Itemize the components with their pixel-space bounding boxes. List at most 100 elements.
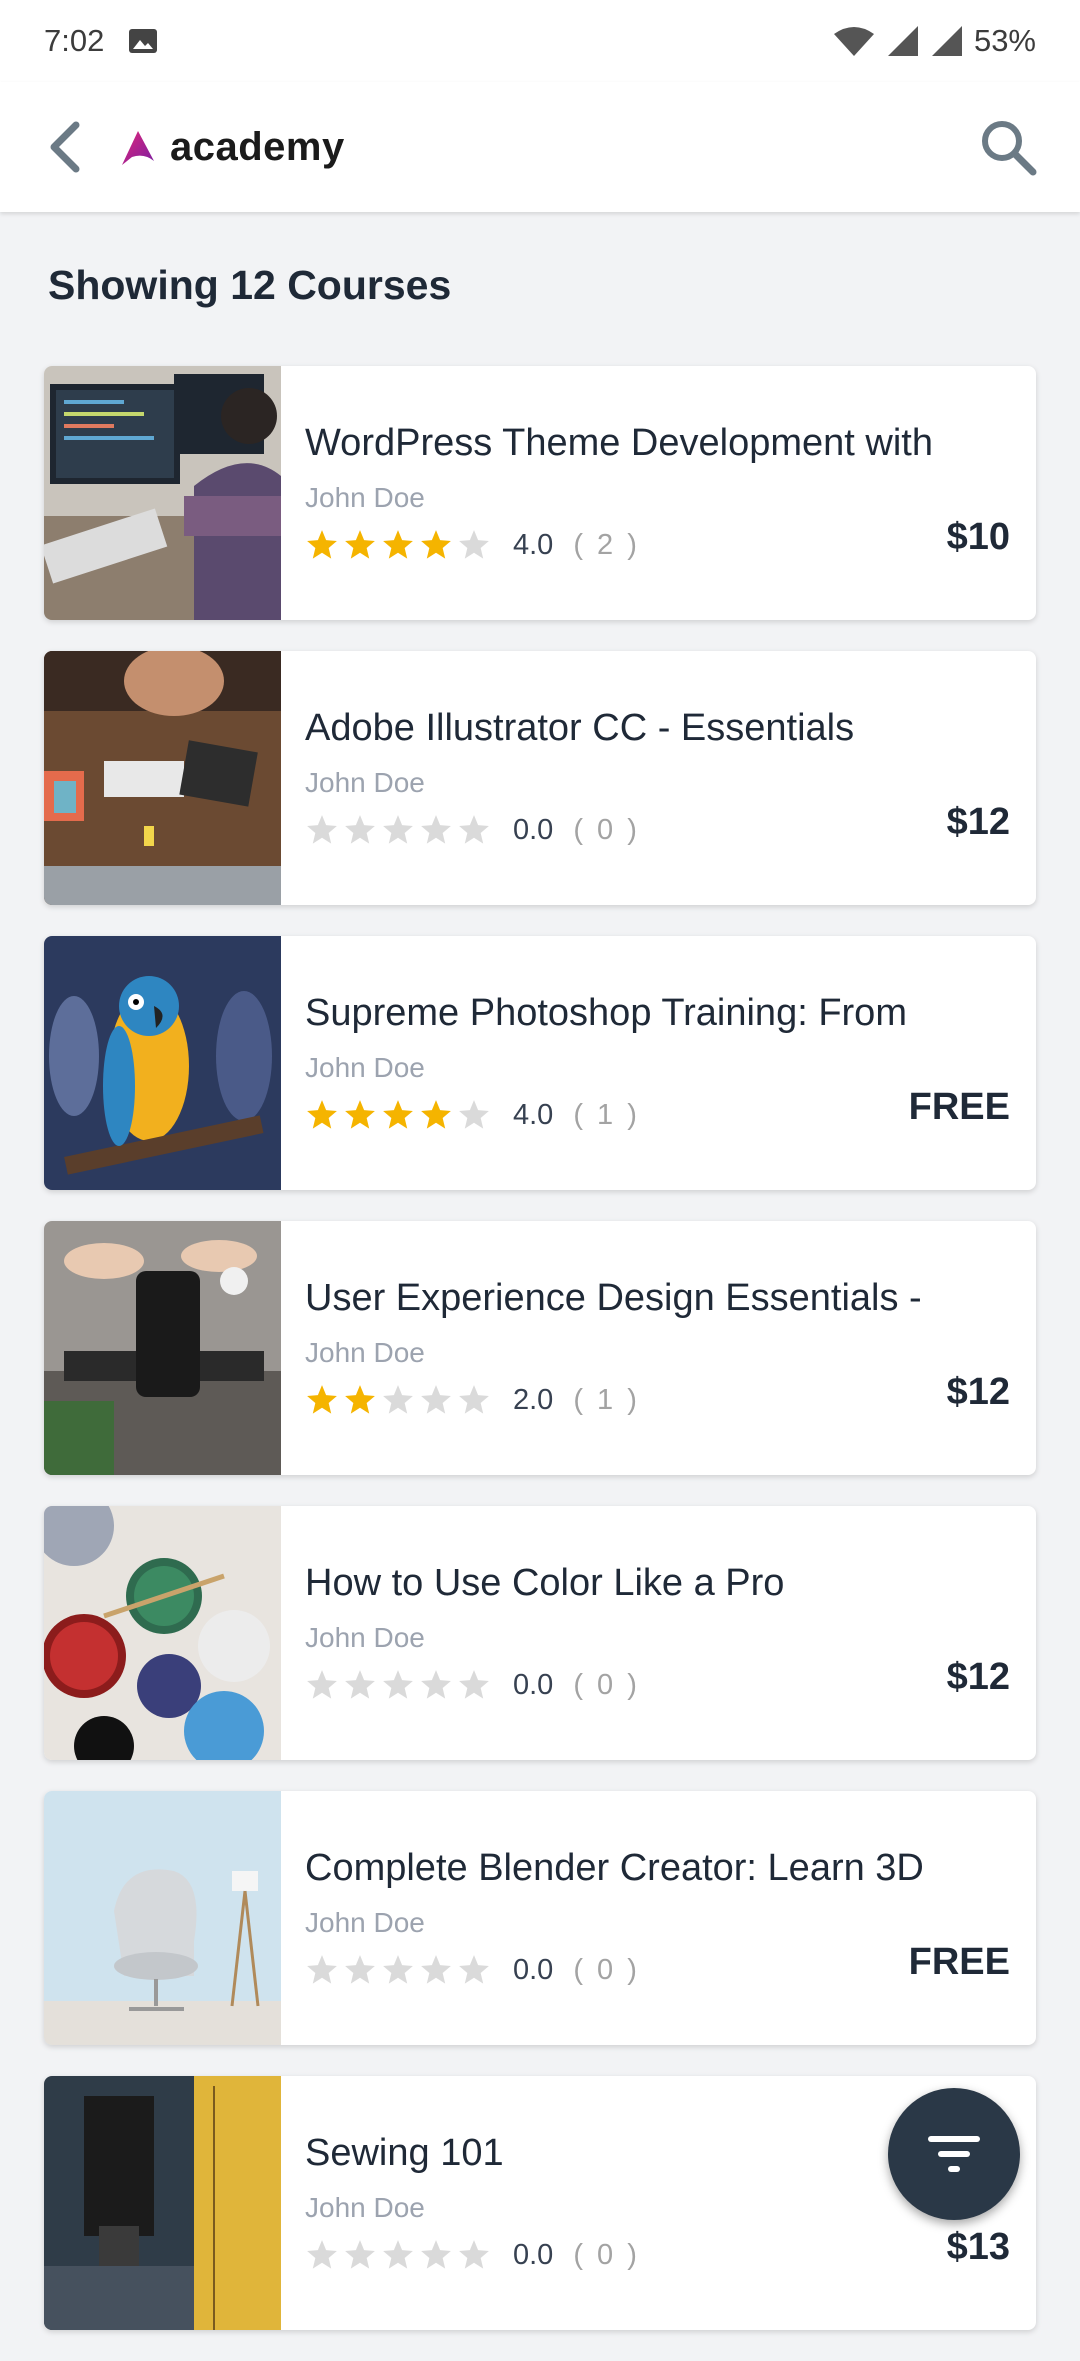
course-author: John Doe (305, 482, 425, 513)
star-icon (307, 1955, 337, 1984)
star-icon (459, 2240, 489, 2269)
rating-value: 0.0 (513, 813, 554, 846)
star-icon (307, 1670, 337, 1699)
rating-value: 4.0 (513, 528, 554, 561)
course-card[interactable]: How to Use Color Like a Pro John Doe 0.0 ( … (44, 1506, 1036, 1760)
course-rating: 4.0 ( 1 ) (305, 1098, 640, 1132)
rating-count: ( 0 ) (573, 813, 640, 846)
star-icon (421, 2240, 451, 2269)
course-thumbnail (44, 2076, 281, 2330)
star-icon (459, 1955, 489, 1984)
star-icon (459, 1100, 489, 1129)
rating-count: ( 2 ) (573, 528, 640, 561)
course-author: John Doe (305, 1907, 425, 1938)
course-info: Supreme Photoshop Training: From John Doe… (281, 936, 1036, 1190)
course-price: FREE (908, 1086, 1010, 1128)
course-info: WordPress Theme Development with John Doe… (281, 366, 1036, 620)
star-icon (383, 1100, 413, 1129)
signal-icon (931, 26, 962, 56)
course-card[interactable]: Supreme Photoshop Training: From John Doe… (44, 936, 1036, 1190)
course-card[interactable]: WordPress Theme Development with John Doe… (44, 366, 1036, 620)
star-icon (307, 1385, 337, 1414)
star-icon (383, 530, 413, 559)
course-card[interactable]: Complete Blender Creator: Learn 3D John D… (44, 1791, 1036, 2045)
rating-value: 0.0 (513, 1668, 554, 1701)
star-icon (345, 1385, 375, 1414)
app-bar: academy (0, 82, 1080, 212)
star-rating (305, 1098, 491, 1132)
star-icon (383, 815, 413, 844)
course-thumbnail (44, 936, 281, 1190)
app-logo: academy (118, 125, 345, 170)
course-author: John Doe (305, 1052, 425, 1083)
rating-value: 0.0 (513, 1953, 554, 1986)
course-rating: 4.0 ( 2 ) (305, 528, 640, 562)
search-button[interactable] (976, 115, 1040, 179)
star-rating (305, 1953, 491, 1987)
course-author: John Doe (305, 2192, 425, 2223)
star-icon (421, 530, 451, 559)
course-list: WordPress Theme Development with John Doe… (44, 366, 1036, 2361)
course-info: User Experience Design Essentials - John … (281, 1221, 1036, 1475)
course-card[interactable]: User Experience Design Essentials - John … (44, 1221, 1036, 1475)
star-rating (305, 528, 491, 562)
course-author: John Doe (305, 1622, 425, 1653)
image-notification-icon (129, 29, 158, 53)
status-bar: 7:02 53% (0, 0, 1080, 82)
battery-level: 53% (973, 23, 1036, 58)
course-price: $12 (946, 1371, 1010, 1413)
star-icon (459, 530, 489, 559)
course-rating: 2.0 ( 1 ) (305, 1383, 640, 1417)
rating-count: ( 1 ) (573, 1098, 640, 1131)
rating-value: 0.0 (513, 2238, 554, 2271)
rating-count: ( 0 ) (573, 1953, 640, 1986)
course-rating: 0.0 ( 0 ) (305, 1668, 640, 1702)
rating-value: 4.0 (513, 1098, 554, 1131)
rating-count: ( 0 ) (573, 1668, 640, 1701)
star-icon (307, 1100, 337, 1129)
course-thumbnail (44, 366, 281, 620)
course-info: Adobe Illustrator CC - Essentials John Do… (281, 651, 1036, 905)
star-icon (459, 1670, 489, 1699)
course-rating: 0.0 ( 0 ) (305, 1953, 640, 1987)
star-icon (383, 1670, 413, 1699)
course-title: How to Use Color Like a Pro (305, 1562, 785, 1604)
course-info: How to Use Color Like a Pro John Doe 0.0 ( … (281, 1506, 1036, 1760)
star-rating (305, 813, 491, 847)
course-rating: 0.0 ( 0 ) (305, 2238, 640, 2272)
star-icon (345, 1670, 375, 1699)
star-icon (345, 1955, 375, 1984)
chevron-left-icon (50, 121, 80, 173)
course-thumbnail (44, 651, 281, 905)
rating-value: 2.0 (513, 1383, 554, 1416)
course-price: $10 (946, 516, 1010, 558)
course-card[interactable]: Adobe Illustrator CC - Essentials John Do… (44, 651, 1036, 905)
star-icon (421, 1670, 451, 1699)
star-icon (459, 815, 489, 844)
academy-logo-icon (122, 131, 154, 165)
course-thumbnail (44, 1506, 281, 1760)
filter-button[interactable] (888, 2088, 1020, 2220)
course-author: John Doe (305, 1337, 425, 1368)
back-button[interactable] (40, 121, 92, 173)
course-title: User Experience Design Essentials - (305, 1277, 922, 1319)
status-time: 7:02 (44, 23, 105, 58)
course-price: $12 (946, 1656, 1010, 1698)
rating-count: ( 0 ) (573, 2238, 640, 2271)
star-icon (345, 530, 375, 559)
page-heading: Showing 12 Courses (48, 262, 452, 308)
course-title: Complete Blender Creator: Learn 3D (305, 1847, 924, 1889)
rating-count: ( 1 ) (573, 1383, 640, 1416)
star-icon (421, 1955, 451, 1984)
star-icon (421, 1385, 451, 1414)
course-title: Adobe Illustrator CC - Essentials (305, 707, 855, 749)
star-icon (383, 1385, 413, 1414)
signal-icon (887, 26, 918, 56)
course-card[interactable]: Sewing 101 John Doe 0.0( 0 ) $13 (44, 2076, 1036, 2330)
course-rating: 0.0 ( 0 ) (305, 813, 640, 847)
course-author: John Doe (305, 767, 425, 798)
course-price: $12 (946, 801, 1010, 843)
course-title: WordPress Theme Development with (305, 422, 933, 464)
course-title: Supreme Photoshop Training: From (305, 992, 907, 1034)
star-icon (307, 815, 337, 844)
